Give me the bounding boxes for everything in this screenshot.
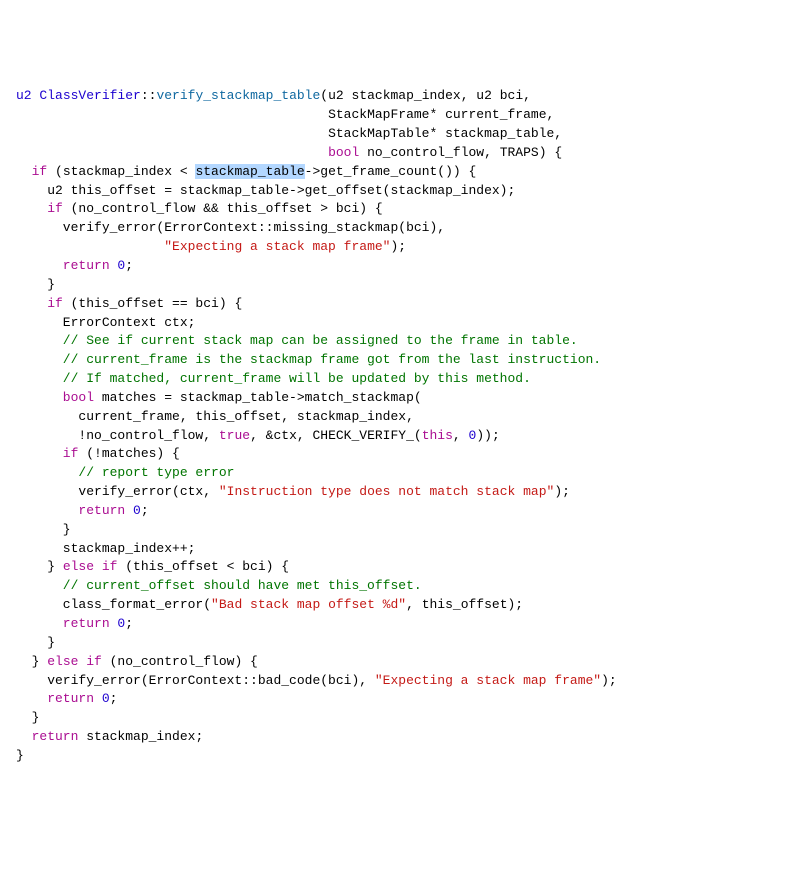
code-line: u2 this_offset = stackmap_table->get_off… <box>16 183 515 198</box>
num: 0 <box>125 503 141 518</box>
t: (no_control_flow && this_offset > bci) { <box>63 201 383 216</box>
num: 0 <box>110 258 126 273</box>
kw-true: true <box>219 428 250 443</box>
t: !no_control_flow, <box>16 428 219 443</box>
t: ); <box>601 673 617 688</box>
sig-p4-post: no_control_flow, TRAPS) { <box>359 145 562 160</box>
brace: } <box>16 748 24 763</box>
num: 0 <box>94 691 110 706</box>
t: ->get_frame_count()) { <box>305 164 477 179</box>
brace: } <box>16 710 39 725</box>
kw-return: return <box>16 729 78 744</box>
t: (no_control_flow) { <box>102 654 258 669</box>
kw-return: return <box>16 503 125 518</box>
t: stackmap_index; <box>78 729 203 744</box>
t: (this_offset < bci) { <box>117 559 289 574</box>
t: , <box>453 428 469 443</box>
t: ; <box>141 503 149 518</box>
kw-if: if <box>16 446 78 461</box>
t: ; <box>125 258 133 273</box>
kw-bool: bool <box>16 390 94 405</box>
sig-p2: StackMapFrame* current_frame, <box>328 107 554 122</box>
code-line: current_frame, this_offset, stackmap_ind… <box>16 409 414 424</box>
kw-if: if <box>16 164 47 179</box>
t: (stackmap_index < <box>47 164 195 179</box>
t: ); <box>390 239 406 254</box>
t: )); <box>476 428 499 443</box>
comment: // current_frame is the stackmap frame g… <box>16 352 601 367</box>
sig-p4-pre: bool <box>328 145 359 160</box>
kw-return: return <box>16 258 110 273</box>
string-literal: "Expecting a stack map frame" <box>375 673 601 688</box>
t: } <box>16 559 63 574</box>
code-block: u2 ClassVerifier::verify_stackmap_table(… <box>16 87 778 765</box>
kw-if: if <box>16 201 63 216</box>
kw-else-if: else if <box>63 559 118 574</box>
comment: // current_offset should have met this_o… <box>16 578 422 593</box>
code-line: stackmap_index++; <box>16 541 195 556</box>
t: verify_error(ErrorContext::missing_stack… <box>16 220 445 235</box>
t: verify_error(ctx, <box>16 484 219 499</box>
sig-p3: StackMapTable* stackmap_table, <box>328 126 562 141</box>
comment: // If matched, current_frame will be upd… <box>16 371 531 386</box>
string-literal: "Instruction type does not match stack m… <box>219 484 554 499</box>
string-literal: "Bad stack map offset %d" <box>211 597 406 612</box>
comment: // report type error <box>16 465 234 480</box>
t: verify_error(ErrorContext::bad_code(bci)… <box>16 673 375 688</box>
ret-type: u2 <box>16 88 32 103</box>
kw-return: return <box>16 691 94 706</box>
string-literal: "Expecting a stack map frame" <box>164 239 390 254</box>
highlighted-text: stackmap_table <box>195 164 304 179</box>
t: , this_offset); <box>406 597 523 612</box>
t: , &ctx, CHECK_VERIFY_( <box>250 428 422 443</box>
brace: } <box>16 277 55 292</box>
num: 0 <box>110 616 126 631</box>
t: ; <box>125 616 133 631</box>
class-name: ClassVerifier <box>39 88 140 103</box>
t: } <box>16 654 47 669</box>
t: (!matches) { <box>78 446 179 461</box>
code-line: ErrorContext ctx; <box>16 315 195 330</box>
t: matches = stackmap_table->match_stackmap… <box>94 390 422 405</box>
comment: // See if current stack map can be assig… <box>16 333 578 348</box>
t: ); <box>554 484 570 499</box>
sig-p1: (u2 stackmap_index, u2 bci, <box>320 88 531 103</box>
brace: } <box>16 635 55 650</box>
t: ; <box>110 691 118 706</box>
brace: } <box>16 522 71 537</box>
kw-return: return <box>16 616 110 631</box>
kw-if: if <box>16 296 63 311</box>
kw-else-if: else if <box>47 654 102 669</box>
fn-name: verify_stackmap_table <box>156 88 320 103</box>
t: (this_offset == bci) { <box>63 296 242 311</box>
kw-this: this <box>422 428 453 443</box>
t: class_format_error( <box>16 597 211 612</box>
